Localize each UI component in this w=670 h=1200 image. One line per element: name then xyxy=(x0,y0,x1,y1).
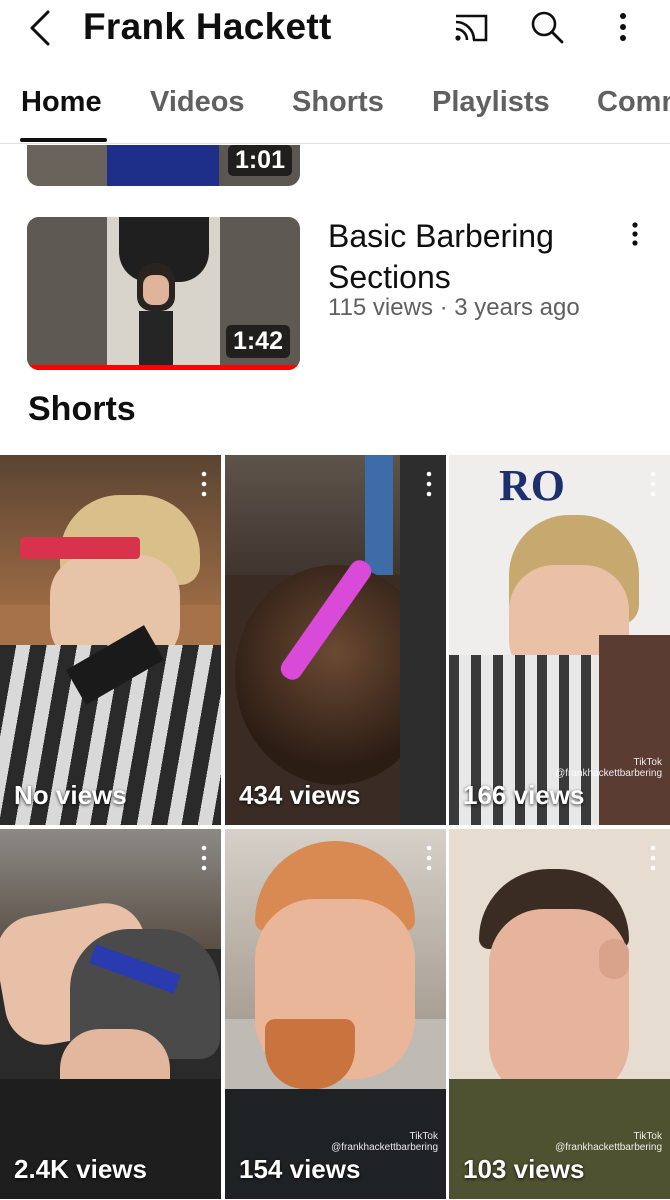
tiktok-watermark: TikTok @frankhackettbarbering xyxy=(331,1131,438,1153)
tab-home[interactable]: Home xyxy=(21,86,102,119)
video-more-icon[interactable] xyxy=(622,220,648,250)
shorts-section-title: Shorts xyxy=(28,390,136,428)
short-views: 154 views xyxy=(239,1154,361,1184)
video-thumbnail[interactable]: 1:01 xyxy=(27,145,300,186)
short-card[interactable]: 434 views xyxy=(225,455,446,825)
cast-icon[interactable] xyxy=(451,8,491,48)
short-card[interactable]: TikTok @frankhackettbarbering 154 views xyxy=(225,829,446,1199)
channel-tabs: Home Videos Shorts Playlists Comm xyxy=(0,78,670,144)
short-more-icon[interactable] xyxy=(422,845,436,871)
tab-videos[interactable]: Videos xyxy=(150,86,245,119)
search-icon[interactable] xyxy=(527,8,567,48)
tiktok-watermark: TikTok @frankhackettbarbering xyxy=(555,1131,662,1153)
watch-progress-bar xyxy=(27,365,300,370)
short-more-icon[interactable] xyxy=(197,845,211,871)
tiktok-watermark: TikTok @frankhackettbarbering xyxy=(555,757,662,779)
video-thumbnail[interactable]: 1:42 xyxy=(27,217,300,370)
short-views: 166 views xyxy=(463,780,585,810)
short-card[interactable]: TikTok @frankhackettbarbering 103 views xyxy=(449,829,670,1199)
active-tab-indicator xyxy=(20,138,107,142)
tab-playlists[interactable]: Playlists xyxy=(432,86,550,119)
short-card[interactable]: RO TikTok @frankhackettbarbering 166 view… xyxy=(449,455,670,825)
channel-header: Frank Hackett xyxy=(0,0,670,62)
video-duration: 1:42 xyxy=(225,325,290,358)
back-arrow-icon[interactable] xyxy=(26,8,56,48)
channel-title: Frank Hackett xyxy=(83,6,332,47)
short-more-icon[interactable] xyxy=(197,471,211,497)
short-views: 434 views xyxy=(239,780,361,810)
video-meta: 115 views · 3 years ago xyxy=(328,294,580,321)
video-duration: 1:01 xyxy=(227,145,292,176)
tab-shorts[interactable]: Shorts xyxy=(292,86,384,119)
short-card[interactable]: No views xyxy=(0,455,221,825)
tab-community[interactable]: Comm xyxy=(597,86,670,119)
short-more-icon[interactable] xyxy=(646,845,660,871)
short-more-icon[interactable] xyxy=(646,471,660,497)
short-more-icon[interactable] xyxy=(422,471,436,497)
short-card[interactable]: 2.4K views xyxy=(0,829,221,1199)
short-views: 2.4K views xyxy=(14,1154,147,1184)
more-options-icon[interactable] xyxy=(603,8,643,48)
short-views: No views xyxy=(14,780,127,810)
short-views: 103 views xyxy=(463,1154,585,1184)
video-title[interactable]: Basic Barbering Sections xyxy=(328,216,628,298)
